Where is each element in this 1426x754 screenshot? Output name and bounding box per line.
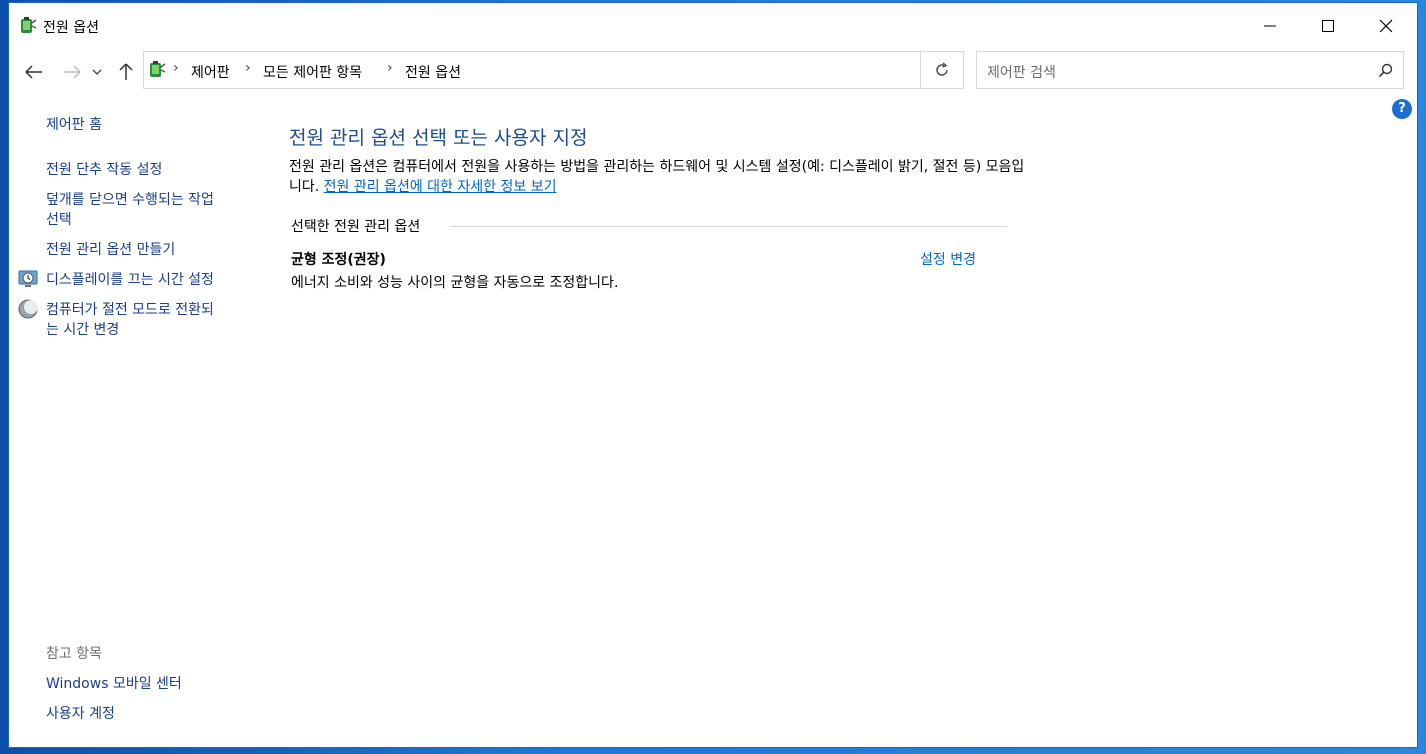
- address-bar[interactable]: › 제어판 › 모든 제어판 항목 › 전원 옵션: [143, 51, 963, 89]
- breadcrumb-separator: ›: [173, 60, 179, 76]
- help-button[interactable]: ?: [1392, 99, 1412, 119]
- chevron-down-icon: [92, 69, 102, 75]
- sidebar-power-button-settings[interactable]: 전원 단추 작동 설정: [46, 160, 162, 180]
- maximize-button[interactable]: [1299, 3, 1357, 49]
- forward-button[interactable]: [59, 59, 85, 85]
- selected-plan-heading: 선택한 전원 관리 옵션: [291, 219, 421, 235]
- change-plan-settings-link[interactable]: 설정 변경: [920, 249, 976, 269]
- recent-locations-button[interactable]: [89, 59, 105, 85]
- see-also-user-accounts[interactable]: 사용자 계정: [46, 704, 115, 724]
- arrow-left-icon: [25, 65, 42, 79]
- divider: [450, 226, 1007, 227]
- sidebar-create-power-plan[interactable]: 전원 관리 옵션 만들기: [46, 240, 175, 260]
- breadcrumb-separator[interactable]: ›: [387, 60, 393, 76]
- page-title: 전원 관리 옵션 선택 또는 사용자 지정: [289, 127, 588, 149]
- see-also-heading: 참고 항목: [46, 646, 102, 662]
- up-button[interactable]: [113, 59, 139, 85]
- plan-name: 균형 조정(권장): [291, 252, 386, 268]
- power-options-icon: [150, 61, 166, 77]
- power-options-icon: [21, 17, 37, 33]
- close-button[interactable]: [1357, 3, 1415, 49]
- window-title: 전원 옵션: [43, 20, 99, 36]
- display-clock-icon: [18, 270, 38, 287]
- minimize-icon: [1264, 25, 1276, 27]
- close-icon: [1379, 19, 1393, 33]
- minimize-button[interactable]: [1241, 3, 1299, 49]
- back-button[interactable]: [21, 59, 47, 85]
- breadcrumb-separator[interactable]: ›: [245, 60, 251, 76]
- arrow-right-icon: [64, 65, 81, 79]
- refresh-button[interactable]: [920, 51, 964, 89]
- sidebar-display-off-time[interactable]: 디스플레이를 끄는 시간 설정: [46, 270, 214, 290]
- moon-icon: [18, 299, 38, 319]
- page-description: 전원 관리 옵션은 컴퓨터에서 전원을 사용하는 방법을 관리하는 하드웨어 및…: [289, 157, 1029, 197]
- breadcrumb-control-panel[interactable]: 제어판: [191, 62, 230, 82]
- learn-more-link[interactable]: 전원 관리 옵션에 대한 자세한 정보 보기: [324, 179, 557, 195]
- refresh-icon: [936, 62, 948, 76]
- sidebar-home-link[interactable]: 제어판 홈: [46, 115, 102, 135]
- see-also-mobility-center[interactable]: Windows 모바일 센터: [46, 674, 182, 694]
- search-field[interactable]: 제어판 검색: [976, 51, 1404, 89]
- search-placeholder: 제어판 검색: [987, 65, 1056, 81]
- breadcrumb-power-options[interactable]: 전원 옵션: [405, 62, 461, 82]
- sidebar-lid-close-action[interactable]: 덮개를 닫으면 수행되는 작업 선택: [46, 190, 214, 230]
- title-bar: 전원 옵션: [9, 3, 1417, 49]
- breadcrumb-all-items[interactable]: 모든 제어판 항목: [263, 62, 362, 82]
- power-options-window: 전원 옵션 › 제어판 › 모든 제어판 항목 › 전원 옵션 제어판 검색 ?…: [8, 2, 1418, 748]
- sidebar-sleep-time[interactable]: 컴퓨터가 절전 모드로 전환되 는 시간 변경: [46, 300, 214, 340]
- maximize-icon: [1322, 20, 1334, 32]
- plan-description: 에너지 소비와 성능 사이의 균형을 자동으로 조정합니다.: [291, 275, 619, 291]
- search-icon: [1378, 63, 1393, 78]
- arrow-up-icon: [119, 63, 133, 80]
